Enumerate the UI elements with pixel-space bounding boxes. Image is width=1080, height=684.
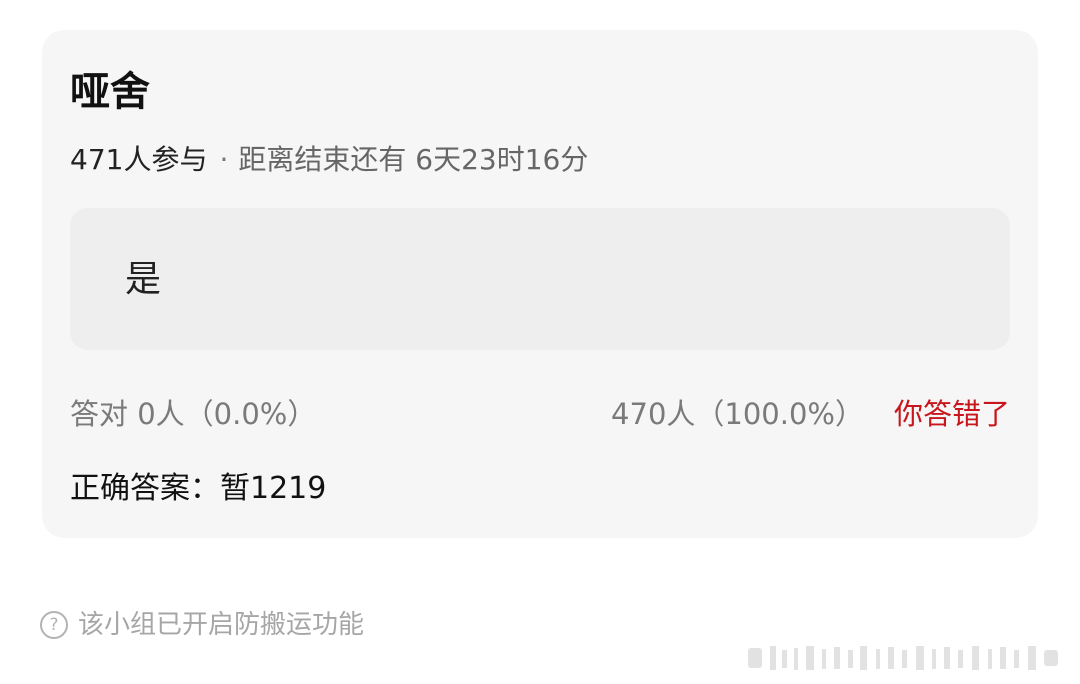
- wrong-stat-row: 470人（100.0%） 你答错了: [611, 394, 1010, 434]
- countdown-text: 距离结束还有 6天23时16分: [238, 143, 589, 176]
- correct-answer: 正确答案：暂1219: [70, 471, 327, 506]
- result-label: 你答错了: [893, 397, 1010, 431]
- correct-stat: 答对 0人（0.0%）: [70, 397, 317, 431]
- answer-option[interactable]: 是: [70, 208, 1010, 350]
- meta-separator: ·: [219, 143, 229, 176]
- notice-text: 该小组已开启防搬运功能: [78, 610, 365, 640]
- quiz-meta: 471人参与 · 距离结束还有 6天23时16分: [70, 140, 588, 180]
- quiz-title: 哑舍: [70, 69, 150, 115]
- anti-repost-notice[interactable]: ? 该小组已开启防搬运功能: [40, 606, 364, 644]
- question-circle-icon[interactable]: ?: [40, 611, 68, 639]
- answer-option-label: 是: [125, 259, 162, 300]
- wrong-stat: 470人（100.0%）: [611, 397, 864, 431]
- participant-count: 471人参与: [70, 143, 208, 176]
- watermark-logo: [748, 646, 1058, 670]
